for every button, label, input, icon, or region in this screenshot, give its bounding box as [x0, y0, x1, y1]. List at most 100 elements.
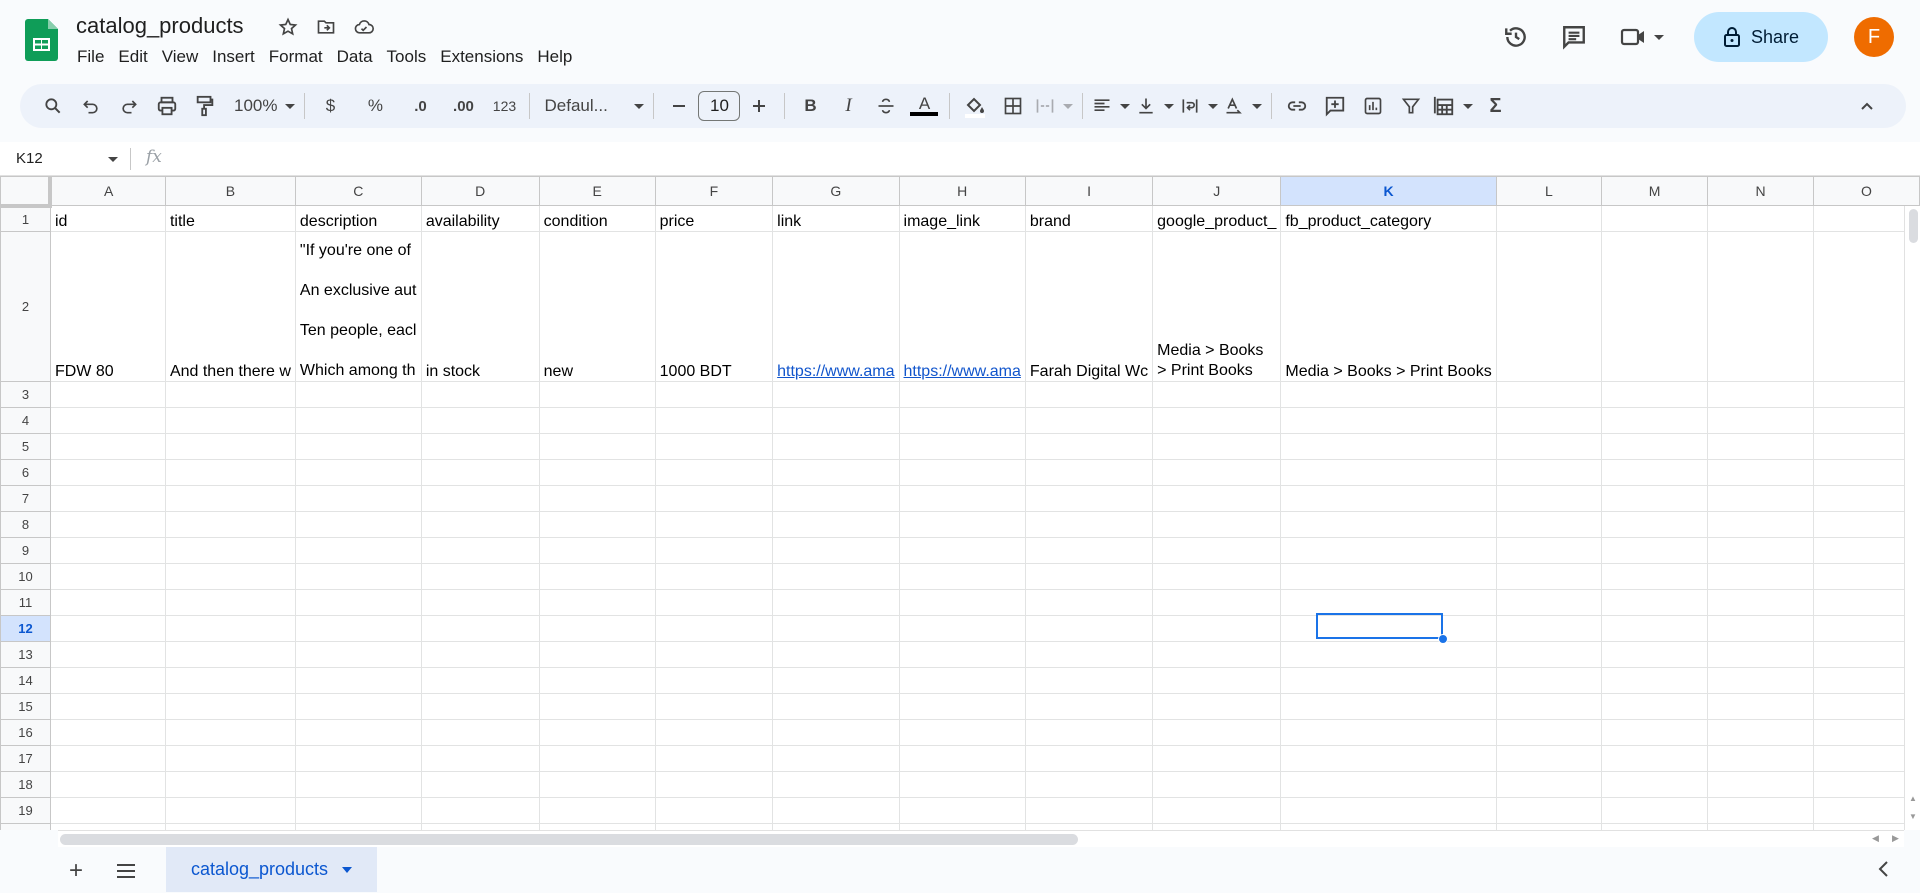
cell-value[interactable]: https://www.ama — [777, 363, 894, 380]
cell-k3[interactable] — [1280, 381, 1497, 408]
cell-n8[interactable] — [1707, 511, 1814, 538]
filter-icon[interactable] — [1395, 90, 1427, 122]
cell-d13[interactable] — [420, 641, 540, 668]
cell-f8[interactable] — [654, 511, 774, 538]
increase-decimal-button[interactable]: .00 — [447, 90, 479, 122]
cell-m11[interactable] — [1601, 589, 1709, 616]
cell-g15[interactable] — [772, 693, 900, 720]
cell-k6[interactable] — [1280, 459, 1497, 486]
horizontal-scroll-thumb[interactable] — [60, 834, 1078, 845]
cell-c16[interactable] — [294, 719, 422, 746]
bold-button[interactable]: B — [794, 90, 826, 122]
cell-g9[interactable] — [772, 537, 900, 564]
cell-a7[interactable] — [49, 485, 166, 512]
cell-k4[interactable] — [1280, 407, 1497, 434]
cell-h9[interactable] — [898, 537, 1026, 564]
sheet-tab-catalog-products[interactable]: catalog_products — [166, 847, 377, 892]
cell-a5[interactable] — [49, 433, 166, 460]
cell-i3[interactable] — [1024, 381, 1154, 408]
cell-d4[interactable] — [420, 407, 540, 434]
cell-j15[interactable] — [1152, 693, 1282, 720]
vertical-align-icon[interactable] — [1136, 90, 1174, 122]
cell-j16[interactable] — [1152, 719, 1282, 746]
name-box[interactable]: K12 — [16, 150, 43, 167]
cell-e14[interactable] — [538, 667, 656, 694]
row-header-20[interactable]: 20 — [0, 823, 51, 830]
cell-k10[interactable] — [1280, 563, 1497, 590]
cell-b1[interactable]: title — [164, 205, 296, 232]
cell-j2[interactable]: Media > Books > Print Books — [1152, 231, 1282, 382]
column-header-g[interactable]: G — [772, 176, 900, 206]
cell-l18[interactable] — [1495, 771, 1603, 798]
cell-l16[interactable] — [1495, 719, 1603, 746]
cell-m19[interactable] — [1601, 797, 1709, 824]
currency-format-button[interactable]: $ — [314, 90, 346, 122]
cell-a1[interactable]: id — [49, 205, 166, 232]
cell-b2[interactable]: And then there w — [164, 231, 296, 382]
cell-a8[interactable] — [49, 511, 166, 538]
cell-c1[interactable]: description — [294, 205, 422, 232]
insert-comment-icon[interactable] — [1319, 90, 1351, 122]
cell-a16[interactable] — [49, 719, 166, 746]
cell-f4[interactable] — [654, 407, 774, 434]
cell-a14[interactable] — [49, 667, 166, 694]
row-header-7[interactable]: 7 — [0, 485, 51, 512]
cell-i4[interactable] — [1024, 407, 1154, 434]
cell-j9[interactable] — [1152, 537, 1282, 564]
row-header-19[interactable]: 19 — [0, 797, 51, 824]
cell-i12[interactable] — [1024, 615, 1154, 642]
cell-e3[interactable] — [538, 381, 656, 408]
side-panel-toggle-icon[interactable] — [1876, 859, 1890, 885]
share-button[interactable]: Share — [1694, 12, 1828, 62]
menu-file[interactable]: File — [70, 45, 111, 69]
cell-j18[interactable] — [1152, 771, 1282, 798]
cell-m17[interactable] — [1601, 745, 1709, 772]
cell-d10[interactable] — [420, 563, 540, 590]
cell-c6[interactable] — [294, 459, 422, 486]
cell-k16[interactable] — [1280, 719, 1497, 746]
cell-c5[interactable] — [294, 433, 422, 460]
cell-h2[interactable]: https://www.ama — [898, 231, 1026, 382]
cell-g1[interactable]: link — [772, 205, 900, 232]
cell-g19[interactable] — [772, 797, 900, 824]
cell-k9[interactable] — [1280, 537, 1497, 564]
cell-i8[interactable] — [1024, 511, 1154, 538]
cell-h6[interactable] — [898, 459, 1026, 486]
cell-j8[interactable] — [1152, 511, 1282, 538]
cell-i13[interactable] — [1024, 641, 1154, 668]
cell-c3[interactable] — [294, 381, 422, 408]
cell-k7[interactable] — [1280, 485, 1497, 512]
cell-j5[interactable] — [1152, 433, 1282, 460]
cell-j3[interactable] — [1152, 381, 1282, 408]
cell-h17[interactable] — [898, 745, 1026, 772]
cell-i11[interactable] — [1024, 589, 1154, 616]
row-header-2[interactable]: 2 — [0, 231, 51, 382]
cell-h13[interactable] — [898, 641, 1026, 668]
redo-icon[interactable] — [113, 90, 145, 122]
cell-e11[interactable] — [538, 589, 656, 616]
cell-h12[interactable] — [898, 615, 1026, 642]
menu-view[interactable]: View — [155, 45, 206, 69]
cell-l2[interactable] — [1495, 231, 1603, 382]
cell-b19[interactable] — [164, 797, 296, 824]
cell-a2[interactable]: FDW 80 — [49, 231, 166, 382]
row-header-16[interactable]: 16 — [0, 719, 51, 746]
borders-icon[interactable] — [997, 90, 1029, 122]
cell-g2[interactable]: https://www.ama — [772, 231, 900, 382]
cell-n3[interactable] — [1707, 381, 1814, 408]
cell-g7[interactable] — [772, 485, 900, 512]
cell-c19[interactable] — [294, 797, 422, 824]
cell-n14[interactable] — [1707, 667, 1814, 694]
cell-n4[interactable] — [1707, 407, 1814, 434]
cell-m1[interactable] — [1601, 205, 1709, 232]
menu-data[interactable]: Data — [330, 45, 380, 69]
cell-g17[interactable] — [772, 745, 900, 772]
cell-h18[interactable] — [898, 771, 1026, 798]
cell-m2[interactable] — [1601, 231, 1709, 382]
cell-d18[interactable] — [420, 771, 540, 798]
collapse-toolbar-icon[interactable] — [1851, 90, 1883, 122]
more-formats-button[interactable]: 123 — [488, 90, 520, 122]
cell-j6[interactable] — [1152, 459, 1282, 486]
cell-h11[interactable] — [898, 589, 1026, 616]
cell-i1[interactable]: brand — [1024, 205, 1154, 232]
